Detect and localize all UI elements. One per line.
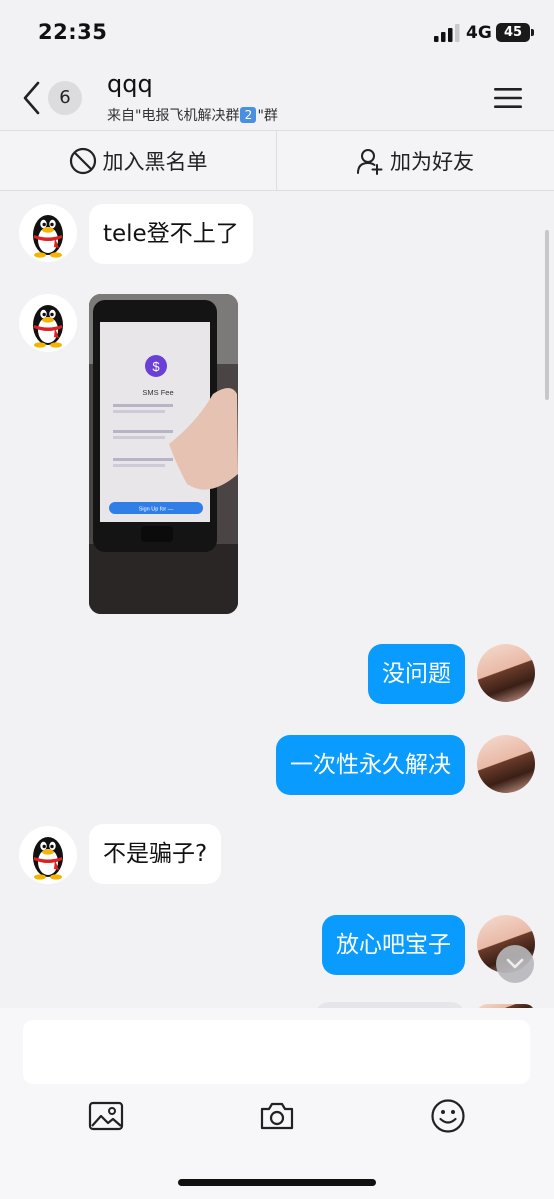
status-time: 22:35: [38, 20, 108, 44]
keycap-emoji: 2: [240, 107, 257, 123]
status-bar: 22:35 4G 45: [0, 0, 554, 66]
scrollbar[interactable]: [545, 230, 549, 400]
avatar[interactable]: [477, 735, 535, 793]
home-indicator[interactable]: [178, 1179, 376, 1186]
unread-count-badge: 6: [48, 81, 82, 115]
add-friend-button[interactable]: 加为好友: [277, 131, 553, 190]
avatar[interactable]: [19, 294, 77, 352]
message-bubble[interactable]: 一次性永久解决: [276, 735, 465, 795]
image-icon[interactable]: [86, 1096, 126, 1136]
chevron-left-icon: [23, 81, 40, 115]
message-bubble[interactable]: 没问题: [368, 644, 465, 704]
message-bubble[interactable]: 不是骗子?: [89, 824, 222, 884]
scroll-to-bottom-button[interactable]: [496, 945, 534, 983]
block-icon: [69, 147, 97, 175]
subtitle-suffix: "群: [257, 108, 278, 124]
page-title: qqq: [107, 70, 153, 98]
composer: [0, 1008, 554, 1199]
qq-penguin-icon: [33, 215, 63, 258]
image-caption: SMS Fee: [142, 388, 173, 397]
qq-penguin-icon: [33, 837, 63, 880]
add-user-icon: [356, 147, 384, 175]
network-type: 4G: [466, 23, 492, 43]
battery-icon: 45: [496, 23, 534, 42]
message-bubble[interactable]: tele登不上了: [89, 204, 253, 264]
qq-penguin-icon: [33, 305, 63, 348]
avatar[interactable]: [19, 826, 77, 884]
message-bubble[interactable]: 放心吧宝子: [322, 915, 465, 975]
action-bar: 加入黑名单 加为好友: [0, 130, 554, 191]
add-friend-label: 加为好友: [390, 149, 474, 174]
block-label: 加入黑名单: [102, 149, 208, 174]
camera-icon[interactable]: [257, 1096, 297, 1136]
avatar[interactable]: [19, 204, 77, 262]
message-input[interactable]: [23, 1020, 530, 1084]
chat-header: 6 qqq 来自"电报飞机解决群 2 "群: [0, 66, 554, 130]
signal-icon: [434, 24, 460, 42]
subtitle-prefix: 来自"电报飞机解决群: [107, 108, 240, 124]
image-button-text: Sign Up for —: [139, 507, 174, 513]
phone-photo: $ SMS Fee Sign Up for —: [89, 294, 238, 614]
emoji-icon[interactable]: [428, 1096, 468, 1136]
menu-icon[interactable]: [494, 86, 522, 110]
avatar[interactable]: [477, 644, 535, 702]
block-button[interactable]: 加入黑名单: [0, 131, 277, 190]
chat-subtitle: 来自"电报飞机解决群 2 "群: [107, 105, 278, 125]
svg-text:$: $: [152, 359, 160, 374]
message-list[interactable]: tele登不上了 $ SMS Fee Sign Up for — 没问题 一次性…: [0, 190, 554, 1008]
chevron-down-icon: [506, 958, 524, 969]
message-image[interactable]: $ SMS Fee Sign Up for —: [89, 294, 238, 614]
